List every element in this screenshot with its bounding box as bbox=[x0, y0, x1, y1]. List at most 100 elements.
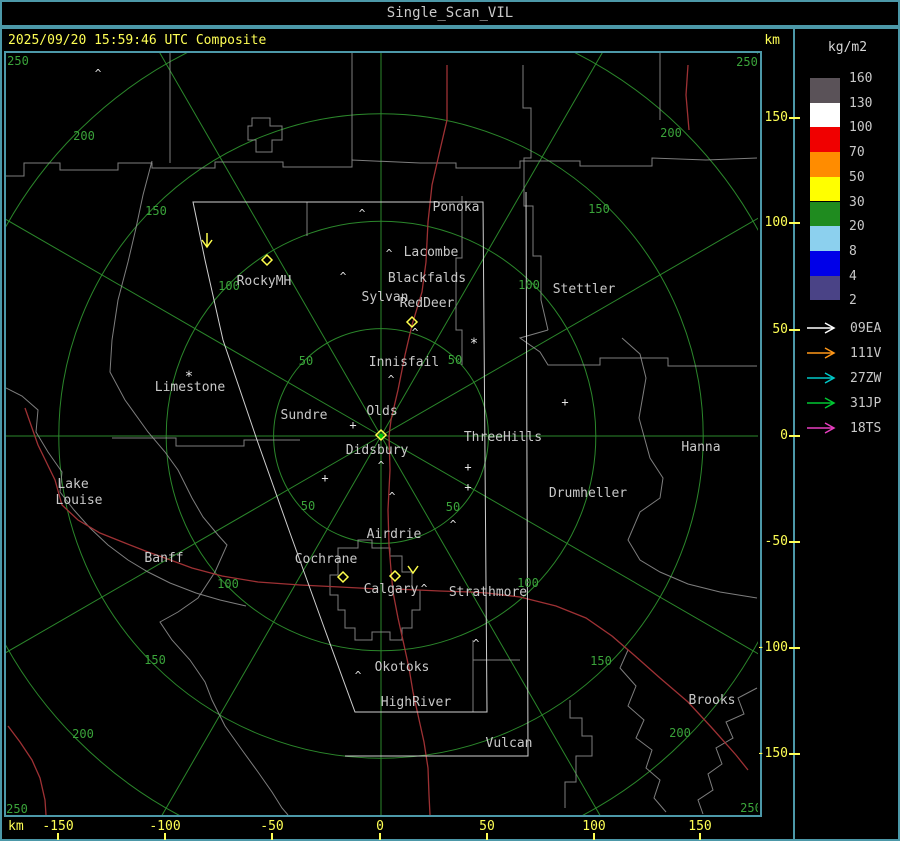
ring-distance-label: 50 bbox=[299, 354, 313, 368]
right-axis-tick-label: 150 bbox=[764, 110, 788, 125]
radar-viewer-window: Single_Scan_VIL 2025/09/20 15:59:46 UTC … bbox=[0, 0, 900, 841]
town-caret-marker: ^ bbox=[388, 373, 395, 386]
town-plus-marker: + bbox=[321, 471, 328, 485]
storm-diamond-marker bbox=[336, 570, 350, 584]
bottom-axis-tick-label: 150 bbox=[688, 819, 712, 834]
town-caret-marker: ^ bbox=[473, 637, 480, 650]
scale-color-block bbox=[810, 78, 840, 103]
city-label: RockyMH bbox=[237, 274, 292, 289]
radar-id-label: 31JP bbox=[850, 396, 881, 411]
ring-distance-label: 200 bbox=[669, 726, 691, 740]
city-label: Olds bbox=[366, 404, 397, 419]
ring-distance-label: 150 bbox=[145, 204, 167, 218]
bottom-axis-tick bbox=[57, 833, 59, 840]
bottom-axis-tick-label: -50 bbox=[260, 819, 284, 834]
city-label: Lake bbox=[57, 477, 88, 492]
title-bar: Single_Scan_VIL bbox=[0, 0, 900, 27]
ring-distance-label: 150 bbox=[590, 654, 612, 668]
right-axis-tick bbox=[789, 435, 800, 437]
county-boundary bbox=[112, 437, 300, 447]
radial-line bbox=[380, 435, 758, 655]
city-label: Hanna bbox=[681, 440, 720, 455]
ring-distance-label: 150 bbox=[144, 653, 166, 667]
legend-unit-label: kg/m2 bbox=[827, 40, 868, 55]
city-label: Banff bbox=[144, 551, 183, 566]
city-label: Airdrie bbox=[367, 527, 422, 542]
scale-value-label: 160 bbox=[849, 71, 873, 86]
town-plus-marker: + bbox=[464, 460, 471, 474]
scale-value-label: 4 bbox=[849, 268, 857, 284]
town-caret-marker: ^ bbox=[359, 207, 366, 220]
radar-map-canvas[interactable]: 50 5050 50100 100100 100150 150150 150200 20020… bbox=[6, 53, 758, 815]
city-label: Calgary bbox=[364, 582, 419, 597]
bottom-axis-tick bbox=[699, 833, 701, 840]
right-axis-tick bbox=[789, 222, 800, 224]
ring-distance-label: 50 bbox=[446, 500, 460, 514]
county-boundary bbox=[564, 700, 593, 808]
ring-distance-label: 100 bbox=[518, 278, 540, 292]
ring-distance-label: 150 bbox=[588, 202, 610, 216]
bottom-axis-tick-label: 100 bbox=[582, 819, 606, 834]
scan-timestamp: 2025/09/20 15:59:46 UTC Composite bbox=[8, 33, 267, 48]
city-label: ThreeHills bbox=[464, 430, 542, 445]
city-label: Cochrane bbox=[295, 552, 358, 567]
right-axis-tick-label: -150 bbox=[756, 746, 788, 761]
scale-value-label: 100 bbox=[849, 120, 873, 136]
scale-value-label: 8 bbox=[849, 243, 857, 259]
scale-value-label: 20 bbox=[849, 219, 865, 235]
town-caret-marker: ^ bbox=[450, 518, 457, 531]
scale-color-block bbox=[810, 250, 840, 276]
scale-color-block bbox=[810, 275, 840, 301]
city-label: Louise bbox=[56, 493, 103, 508]
ring-distance-label: 200 bbox=[73, 129, 95, 143]
city-label: Vulcan bbox=[486, 736, 533, 751]
city-label: Strathmore bbox=[449, 585, 527, 600]
city-label: Blackfalds bbox=[388, 271, 466, 286]
right-axis-tick bbox=[789, 647, 800, 649]
bottom-axis-tick bbox=[271, 833, 273, 840]
town-plus-marker: + bbox=[349, 418, 356, 432]
bottom-axis-tick-label: 50 bbox=[479, 819, 495, 834]
right-axis-tick bbox=[789, 117, 800, 119]
county-boundary bbox=[621, 337, 758, 599]
bottom-axis-tick bbox=[379, 833, 381, 840]
city-label: Ponoka bbox=[433, 200, 480, 215]
city-label: HighRiver bbox=[381, 695, 452, 710]
right-axis-tick-label: -100 bbox=[756, 640, 788, 655]
city-label: Brooks bbox=[689, 693, 736, 708]
right-axis-tick-label: 50 bbox=[772, 322, 788, 337]
bottom-axis-tick-label: -100 bbox=[149, 819, 181, 834]
ring-distance-label: 200 bbox=[660, 126, 682, 140]
county-boundary bbox=[109, 160, 289, 815]
bottom-axis-tick bbox=[164, 833, 166, 840]
right-axis-tick-label: 0 bbox=[780, 428, 788, 443]
scale-value-label: 130 bbox=[849, 95, 873, 111]
city-label: Drumheller bbox=[549, 486, 627, 501]
ring-distance-label: 100 bbox=[217, 577, 239, 591]
town-caret-marker: ^ bbox=[95, 67, 102, 80]
city-label: RedDeer bbox=[400, 296, 455, 311]
scale-color-block bbox=[810, 226, 840, 251]
right-axis-tick bbox=[789, 329, 800, 331]
city-label: Okotoks bbox=[375, 660, 430, 675]
right-axis-tick bbox=[789, 541, 800, 543]
scale-color-block bbox=[810, 201, 840, 227]
scale-value-label: 50 bbox=[849, 169, 865, 185]
scale-value-label: 2 bbox=[849, 293, 857, 309]
ring-distance-label: 250 bbox=[6, 802, 28, 815]
city-label: Didsbury bbox=[346, 443, 409, 458]
asterisk-marker: * bbox=[470, 336, 478, 352]
scale-value-label: 70 bbox=[849, 145, 865, 161]
right-axis-tick-label: -50 bbox=[764, 534, 788, 549]
radial-line bbox=[161, 435, 382, 815]
ring-distance-label: 250 bbox=[736, 55, 758, 69]
county-boundary bbox=[611, 635, 667, 813]
highway bbox=[685, 64, 690, 131]
town-caret-marker: ^ bbox=[340, 270, 347, 283]
ring-distance-label: 250 bbox=[740, 801, 758, 815]
bottom-axis-tick bbox=[486, 833, 488, 840]
highway bbox=[394, 588, 749, 771]
scale-color-block bbox=[810, 152, 840, 177]
bottom-axis-tick-label: -150 bbox=[42, 819, 74, 834]
county-boundary bbox=[472, 640, 520, 712]
